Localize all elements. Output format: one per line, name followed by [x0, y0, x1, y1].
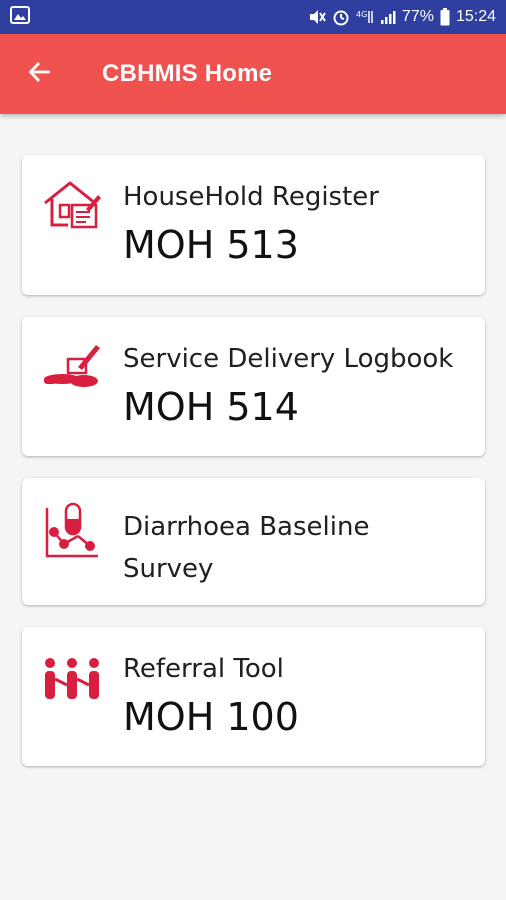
image-icon [10, 5, 30, 29]
signal-icon [380, 9, 396, 25]
card-referral-tool[interactable]: Referral Tool MOH 100 [22, 627, 485, 766]
card-title: Diarrhoea Baseline Survey [123, 512, 370, 584]
app-bar: CBHMIS Home [0, 34, 506, 114]
battery-percent: 77% [401, 8, 434, 25]
capsule-chart-icon [42, 500, 102, 560]
arrow-back-icon [28, 60, 52, 89]
card-service-delivery-logbook[interactable]: Service Delivery Logbook MOH 514 [22, 317, 485, 456]
mute-icon [308, 9, 326, 25]
alarm-icon [332, 8, 350, 26]
back-button[interactable] [20, 54, 60, 94]
card-title: HouseHold Register [123, 182, 379, 212]
4g-icon: 4G [356, 9, 374, 25]
card-household-register[interactable]: HouseHold Register MOH 513 [22, 155, 485, 295]
card-code: MOH 100 [123, 695, 299, 739]
page-title: CBHMIS Home [102, 60, 273, 87]
status-time: 15:24 [455, 8, 496, 25]
card-diarrhoea-baseline-survey[interactable]: Diarrhoea Baseline Survey [22, 478, 485, 605]
people-referral-icon [42, 649, 102, 709]
svg-text:4G: 4G [356, 10, 367, 19]
card-code: MOH 514 [123, 385, 299, 429]
battery-icon [440, 8, 450, 26]
hand-delivery-icon [42, 339, 102, 399]
card-code: MOH 513 [123, 223, 299, 267]
card-title: Referral Tool [123, 654, 284, 684]
house-register-icon [42, 177, 102, 237]
status-bar: 4G 77% 15:24 [0, 0, 506, 34]
card-title: Service Delivery Logbook [123, 344, 454, 374]
